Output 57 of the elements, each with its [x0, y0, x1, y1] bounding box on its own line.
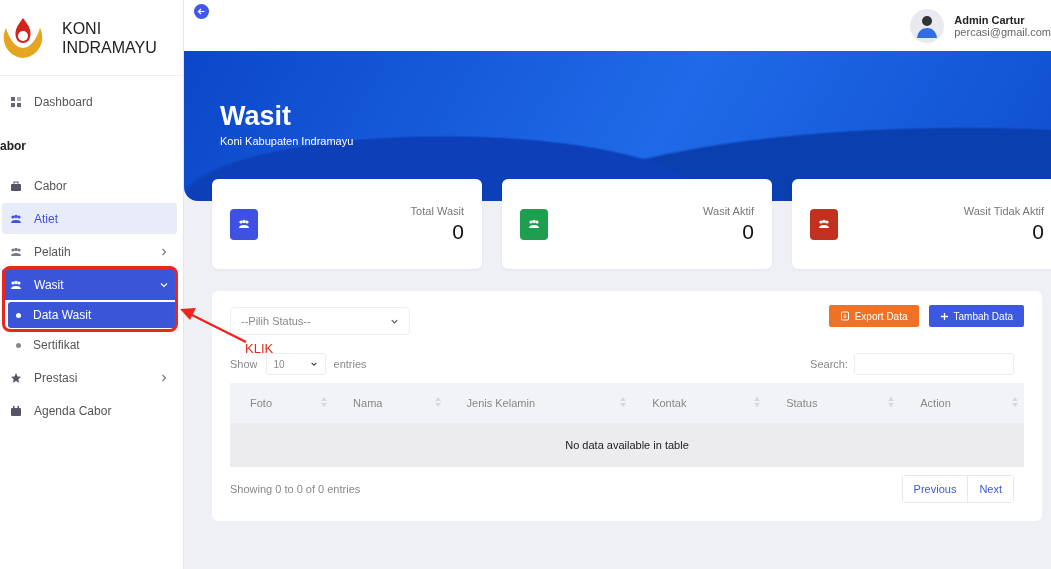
column-header[interactable]: Action [900, 397, 1024, 409]
column-header[interactable]: Kontak [632, 397, 767, 409]
pagination-button[interactable]: Next [967, 476, 1013, 502]
caret-icon [309, 360, 318, 368]
sort-icon [754, 397, 761, 407]
sidebar-item[interactable]: Prestasi [2, 362, 177, 393]
plus-icon [939, 311, 949, 321]
annotation-label: KLIK [245, 341, 274, 356]
show-label: Show [230, 358, 258, 370]
sidebar-item[interactable]: Dashboard [2, 86, 177, 117]
stat-label: Wasit Tidak Aktif [963, 204, 1044, 217]
user-email: percasi@gmail.com [954, 25, 1051, 38]
stat-value: 0 [1031, 219, 1044, 244]
sidebar-subitem[interactable]: Data Wasit [8, 302, 177, 328]
sidebar-item[interactable]: Pelatih [2, 236, 177, 267]
stat-label: Total Wasit [410, 204, 464, 217]
sidebar-subitem[interactable]: Sertifikat [8, 332, 177, 358]
page-title: Wasit [220, 101, 292, 132]
stat-value: 0 [451, 219, 464, 244]
column-header[interactable]: Foto [230, 397, 334, 409]
entries-label: entries [333, 358, 367, 370]
people-icon [10, 245, 22, 258]
sort-icon [321, 397, 328, 407]
sidebar-item[interactable]: Atiet [2, 203, 177, 234]
add-button[interactable]: Tambah Data [928, 305, 1024, 327]
calendar-icon [10, 404, 22, 417]
entries-dropdown[interactable]: 10 [265, 353, 326, 375]
sort-icon [620, 397, 627, 407]
stat-value: 0 [741, 219, 754, 244]
table-info: Showing 0 to 0 of 0 entries [230, 483, 361, 495]
empty-message: No data available in table [230, 423, 1024, 467]
avatar-icon[interactable] [910, 8, 945, 43]
column-header[interactable]: Jenis Kelamin [446, 397, 633, 409]
search-label: Search: [810, 358, 848, 370]
status-dropdown[interactable]: --Pilih Status-- [230, 307, 410, 335]
export-button[interactable]: Export Data [828, 305, 919, 327]
people-icon [10, 278, 22, 291]
user-name: Admin Cartur [954, 13, 1026, 26]
column-header[interactable]: Status [766, 397, 901, 409]
sidebar-item[interactable]: Cabor [2, 170, 177, 201]
sidebar-item[interactable]: Wasit [2, 269, 177, 300]
grid-icon [10, 95, 22, 108]
star-icon [10, 371, 22, 384]
file-icon [839, 311, 850, 321]
sidebar-heading: abor [0, 138, 27, 155]
sidebar-item[interactable]: Agenda Cabor [2, 395, 177, 426]
bullet-icon [16, 312, 21, 318]
page-subtitle: Koni Kabupaten Indramayu [220, 135, 355, 147]
sort-icon [888, 397, 895, 407]
sort-icon [434, 397, 441, 407]
stat-label: Wasit Aktif [703, 204, 754, 217]
sort-icon [1012, 397, 1018, 407]
people-icon [10, 212, 22, 225]
brand-name: KONI INDRAMAYU [62, 18, 157, 57]
briefcase-icon [10, 179, 22, 192]
bullet-icon [16, 342, 21, 348]
column-header[interactable]: Nama [333, 397, 447, 409]
